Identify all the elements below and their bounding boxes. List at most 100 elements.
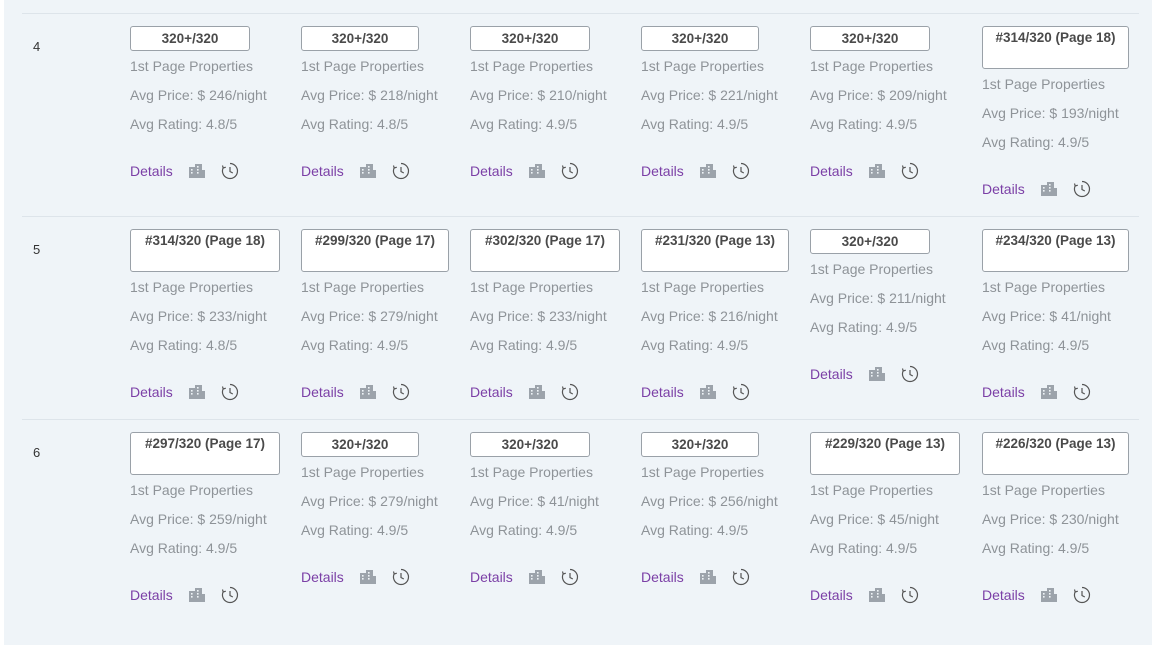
rank-badge: #314/320 (Page 18) [130, 229, 280, 272]
avg-rating: Avg Rating: 4.9/5 [301, 522, 409, 538]
properties-label: 1st Page Properties [810, 482, 933, 498]
history-clock-icon[interactable] [1073, 383, 1091, 401]
details-link[interactable]: Details [641, 384, 684, 400]
properties-label: 1st Page Properties [641, 58, 764, 74]
rank-badge: 320+/320 [470, 432, 590, 457]
row-rank: 4 [33, 39, 41, 54]
ranking-cell: #297/320 (Page 17) 1st Page Properties A… [130, 432, 280, 604]
details-link[interactable]: Details [470, 163, 513, 179]
avg-rating: Avg Rating: 4.8/5 [301, 116, 409, 132]
details-link[interactable]: Details [130, 587, 173, 603]
history-clock-icon[interactable] [732, 162, 750, 180]
history-clock-icon[interactable] [392, 162, 410, 180]
avg-price: Avg Price: $ 279/night [301, 308, 438, 324]
building-icon[interactable] [359, 569, 377, 585]
history-clock-icon[interactable] [901, 586, 919, 604]
details-link[interactable]: Details [470, 384, 513, 400]
rank-badge: #297/320 (Page 17) [130, 432, 280, 475]
properties-label: 1st Page Properties [641, 464, 764, 480]
building-icon[interactable] [868, 366, 886, 382]
details-link[interactable]: Details [130, 384, 173, 400]
avg-price: Avg Price: $ 259/night [130, 511, 267, 527]
building-icon[interactable] [188, 384, 206, 400]
rank-badge: 320+/320 [301, 432, 419, 457]
details-link[interactable]: Details [130, 163, 173, 179]
ranking-cell: #229/320 (Page 13) 1st Page Properties A… [810, 432, 960, 604]
properties-label: 1st Page Properties [301, 464, 424, 480]
rank-badge: 320+/320 [810, 26, 930, 51]
history-clock-icon[interactable] [392, 568, 410, 586]
ranking-cell: 320+/320 1st Page Properties Avg Price: … [301, 26, 438, 180]
avg-price: Avg Price: $ 41/night [470, 493, 599, 509]
building-icon[interactable] [699, 569, 717, 585]
details-link[interactable]: Details [810, 366, 853, 382]
row-rank: 6 [33, 445, 41, 460]
avg-price: Avg Price: $ 210/night [470, 87, 607, 103]
avg-rating: Avg Rating: 4.8/5 [130, 116, 238, 132]
building-icon[interactable] [528, 163, 546, 179]
building-icon[interactable] [188, 587, 206, 603]
details-link[interactable]: Details [641, 163, 684, 179]
avg-price: Avg Price: $ 218/night [301, 87, 438, 103]
avg-price: Avg Price: $ 221/night [641, 87, 778, 103]
ranking-cell: 320+/320 1st Page Properties Avg Price: … [810, 26, 947, 180]
details-link[interactable]: Details [810, 587, 853, 603]
properties-label: 1st Page Properties [982, 482, 1105, 498]
details-link[interactable]: Details [982, 384, 1025, 400]
building-icon[interactable] [359, 163, 377, 179]
details-link[interactable]: Details [470, 569, 513, 585]
avg-rating: Avg Rating: 4.9/5 [810, 116, 918, 132]
avg-price: Avg Price: $ 216/night [641, 308, 778, 324]
history-clock-icon[interactable] [221, 162, 239, 180]
history-clock-icon[interactable] [561, 162, 579, 180]
details-link[interactable]: Details [301, 163, 344, 179]
history-clock-icon[interactable] [561, 383, 579, 401]
history-clock-icon[interactable] [901, 365, 919, 383]
avg-rating: Avg Rating: 4.9/5 [641, 522, 749, 538]
building-icon[interactable] [188, 163, 206, 179]
history-clock-icon[interactable] [732, 383, 750, 401]
details-link[interactable]: Details [982, 587, 1025, 603]
building-icon[interactable] [528, 569, 546, 585]
avg-rating: Avg Rating: 4.9/5 [470, 116, 578, 132]
history-clock-icon[interactable] [221, 383, 239, 401]
ranking-cell: #314/320 (Page 18) 1st Page Properties A… [130, 229, 280, 401]
history-clock-icon[interactable] [392, 383, 410, 401]
history-clock-icon[interactable] [901, 162, 919, 180]
details-link[interactable]: Details [301, 384, 344, 400]
building-icon[interactable] [359, 384, 377, 400]
properties-label: 1st Page Properties [301, 279, 424, 295]
rank-badge: 320+/320 [470, 26, 590, 51]
details-link[interactable]: Details [810, 163, 853, 179]
details-link[interactable]: Details [301, 569, 344, 585]
history-clock-icon[interactable] [1073, 586, 1091, 604]
properties-label: 1st Page Properties [130, 279, 253, 295]
avg-rating: Avg Rating: 4.9/5 [470, 522, 578, 538]
properties-label: 1st Page Properties [810, 58, 933, 74]
details-link[interactable]: Details [982, 181, 1025, 197]
history-clock-icon[interactable] [732, 568, 750, 586]
building-icon[interactable] [1040, 181, 1058, 197]
building-icon[interactable] [699, 384, 717, 400]
building-icon[interactable] [528, 384, 546, 400]
properties-label: 1st Page Properties [470, 58, 593, 74]
building-icon[interactable] [1040, 587, 1058, 603]
ranking-cell: #299/320 (Page 17) 1st Page Properties A… [301, 229, 449, 401]
avg-rating: Avg Rating: 4.9/5 [810, 540, 918, 556]
avg-price: Avg Price: $ 209/night [810, 87, 947, 103]
details-link[interactable]: Details [641, 569, 684, 585]
avg-rating: Avg Rating: 4.9/5 [641, 116, 749, 132]
history-clock-icon[interactable] [1073, 180, 1091, 198]
ranking-cell: 320+/320 1st Page Properties Avg Price: … [641, 26, 778, 180]
avg-rating: Avg Rating: 4.9/5 [301, 337, 409, 353]
history-clock-icon[interactable] [561, 568, 579, 586]
row-rank: 5 [33, 242, 41, 257]
building-icon[interactable] [699, 163, 717, 179]
building-icon[interactable] [868, 163, 886, 179]
history-clock-icon[interactable] [221, 586, 239, 604]
ranking-cell: #231/320 (Page 13) 1st Page Properties A… [641, 229, 789, 401]
rank-badge: 320+/320 [641, 26, 759, 51]
rank-badge: 320+/320 [301, 26, 419, 51]
building-icon[interactable] [868, 587, 886, 603]
building-icon[interactable] [1040, 384, 1058, 400]
